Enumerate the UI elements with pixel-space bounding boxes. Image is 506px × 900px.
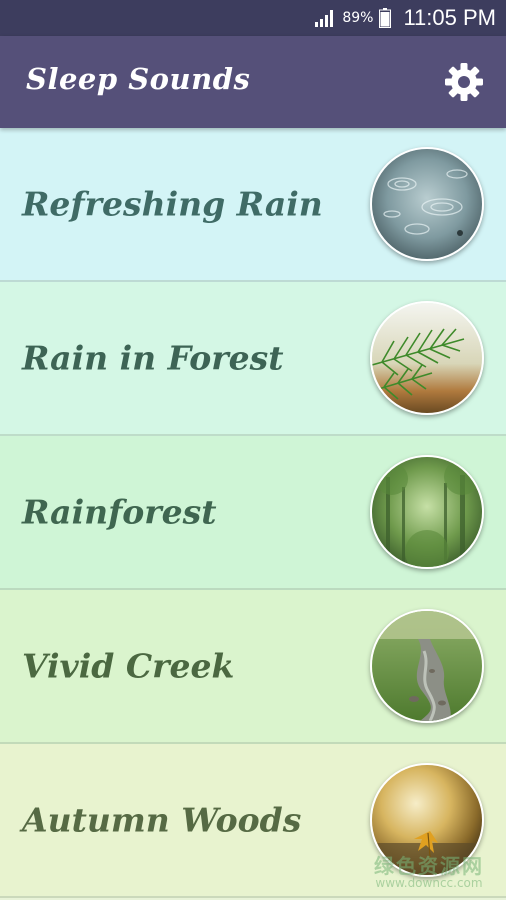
app-title: Sleep Sounds	[26, 62, 251, 96]
sound-item-label: Rainforest	[22, 492, 217, 532]
autumn-leaves-image	[370, 763, 484, 877]
sound-item-refreshing-rain[interactable]: Refreshing Rain	[0, 128, 506, 282]
settings-button[interactable]	[442, 60, 486, 104]
creek-image	[370, 609, 484, 723]
rain-drops-image	[370, 147, 484, 261]
status-indicators: 89% 11:05 PM	[314, 0, 496, 36]
sound-item-label: Rain in Forest	[22, 338, 284, 378]
gear-icon	[445, 63, 483, 101]
sound-item-autumn-woods[interactable]: Autumn Woods	[0, 744, 506, 898]
sound-item-vivid-creek[interactable]: Vivid Creek	[0, 590, 506, 744]
sound-item-label: Autumn Woods	[22, 800, 302, 840]
status-bar: 89% 11:05 PM	[0, 0, 506, 36]
app-bar: Sleep Sounds	[0, 36, 506, 128]
sound-list: Refreshing Rain Rain in Forest Rainfores…	[0, 128, 506, 898]
battery-percent: 89%	[342, 10, 374, 26]
clock: 11:05 PM	[403, 5, 496, 30]
battery-icon	[379, 8, 392, 28]
pine-branch-image	[370, 301, 484, 415]
sound-item-label: Refreshing Rain	[22, 184, 323, 224]
misty-forest-image	[370, 455, 484, 569]
sound-item-rainforest[interactable]: Rainforest	[0, 436, 506, 590]
sound-item-label: Vivid Creek	[22, 646, 235, 686]
sound-item-rain-in-forest[interactable]: Rain in Forest	[0, 282, 506, 436]
signal-icon	[315, 10, 334, 27]
